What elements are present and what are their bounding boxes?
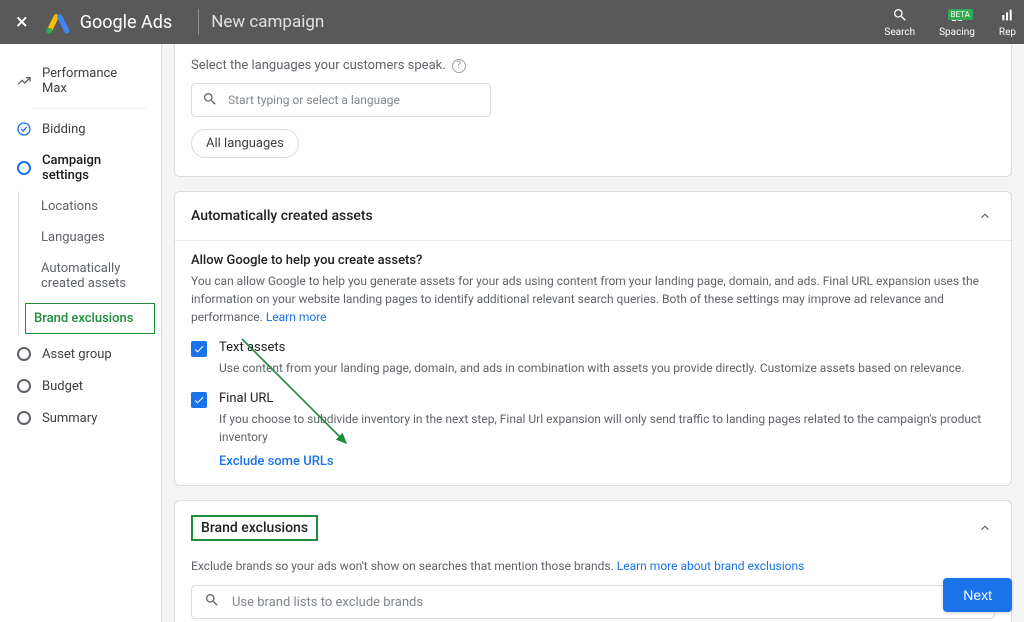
page-title: New campaign [211, 12, 324, 32]
auto-assets-desc: You can allow Google to help you generat… [191, 272, 995, 326]
sidebar-item-asset-group[interactable]: Asset group [0, 338, 161, 370]
header-spacing-button[interactable]: BETA Spacing [939, 7, 975, 38]
text-assets-label: Text assets [219, 340, 964, 355]
brand-list-input[interactable]: Use brand lists to exclude brands [191, 585, 995, 619]
search-icon [204, 592, 220, 612]
exclude-urls-link[interactable]: Exclude some URLs [219, 454, 995, 469]
brand-exclusions-desc: Exclude brands so your ads won't show on… [191, 557, 995, 575]
brand-exclusions-header[interactable]: Brand exclusions [175, 501, 1011, 555]
header-reports-button[interactable]: Rep [999, 7, 1016, 38]
sidebar-sub-languages[interactable]: Languages [19, 222, 161, 253]
brand-exclusions-title-highlight: Brand exclusions [191, 515, 318, 541]
next-button[interactable]: Next [943, 578, 1012, 612]
search-icon [202, 91, 218, 110]
sidebar-item-summary[interactable]: Summary [0, 402, 161, 434]
close-icon[interactable]: × [8, 10, 36, 35]
sidebar-subitems: Locations Languages Automatically create… [18, 191, 161, 334]
trend-icon [16, 73, 32, 89]
header-search-button[interactable]: Search [884, 7, 915, 38]
stepper-sidebar: Performance Max Bidding Campaign setting… [0, 44, 162, 622]
product-title: Google Ads [80, 12, 172, 33]
sidebar-sub-brand-exclusions[interactable]: Brand exclusions [25, 303, 155, 334]
auto-assets-header[interactable]: Automatically created assets [175, 192, 1011, 241]
search-icon [892, 7, 908, 27]
final-url-label: Final URL [219, 391, 995, 406]
sidebar-sub-locations[interactable]: Locations [19, 191, 161, 222]
check-circle-icon [16, 121, 32, 137]
sidebar-item-performance-max[interactable]: Performance Max [0, 58, 161, 104]
auto-assets-heading: Allow Google to help you create assets? [191, 253, 995, 268]
brand-exclusions-learn-link[interactable]: Learn more about brand exclusions [617, 559, 805, 573]
all-languages-chip[interactable]: All languages [191, 129, 299, 158]
languages-card: Select the languages your customers spea… [174, 44, 1012, 177]
chevron-up-icon [975, 206, 995, 226]
header-divider [198, 9, 199, 35]
text-assets-sub: Use content from your landing page, doma… [219, 359, 964, 377]
text-assets-row: Text assets Use content from your landin… [191, 340, 995, 377]
reports-icon [999, 7, 1015, 27]
brand-exclusions-card: Brand exclusions Exclude brands so your … [174, 500, 1012, 622]
sidebar-item-campaign-settings[interactable]: Campaign settings [0, 145, 161, 191]
beta-badge: BETA [948, 9, 973, 20]
sidebar-item-budget[interactable]: Budget [0, 370, 161, 402]
auto-assets-card: Automatically created assets Allow Googl… [174, 191, 1012, 486]
circle-icon [16, 410, 32, 426]
circle-icon [16, 346, 32, 362]
google-ads-logo-icon [44, 8, 72, 36]
chevron-up-icon [975, 518, 995, 538]
final-url-checkbox[interactable] [191, 392, 207, 408]
final-url-row: Final URL If you choose to subdivide inv… [191, 391, 995, 446]
sidebar-item-bidding[interactable]: Bidding [0, 113, 161, 145]
learn-more-link[interactable]: Learn more [266, 310, 327, 324]
circle-icon [16, 378, 32, 394]
text-assets-checkbox[interactable] [191, 341, 207, 357]
circle-active-icon [16, 160, 32, 176]
app-header: × Google Ads New campaign Search BETA Sp… [0, 0, 1024, 44]
help-icon[interactable]: ? [452, 59, 466, 73]
sidebar-separator [32, 108, 145, 109]
final-url-sub: If you choose to subdivide inventory in … [219, 410, 995, 446]
languages-label: Select the languages your customers spea… [191, 58, 995, 73]
main-content: Select the languages your customers spea… [162, 44, 1024, 622]
language-input[interactable]: Start typing or select a language [191, 83, 491, 117]
sidebar-sub-auto-assets[interactable]: Automatically created assets [19, 253, 161, 299]
